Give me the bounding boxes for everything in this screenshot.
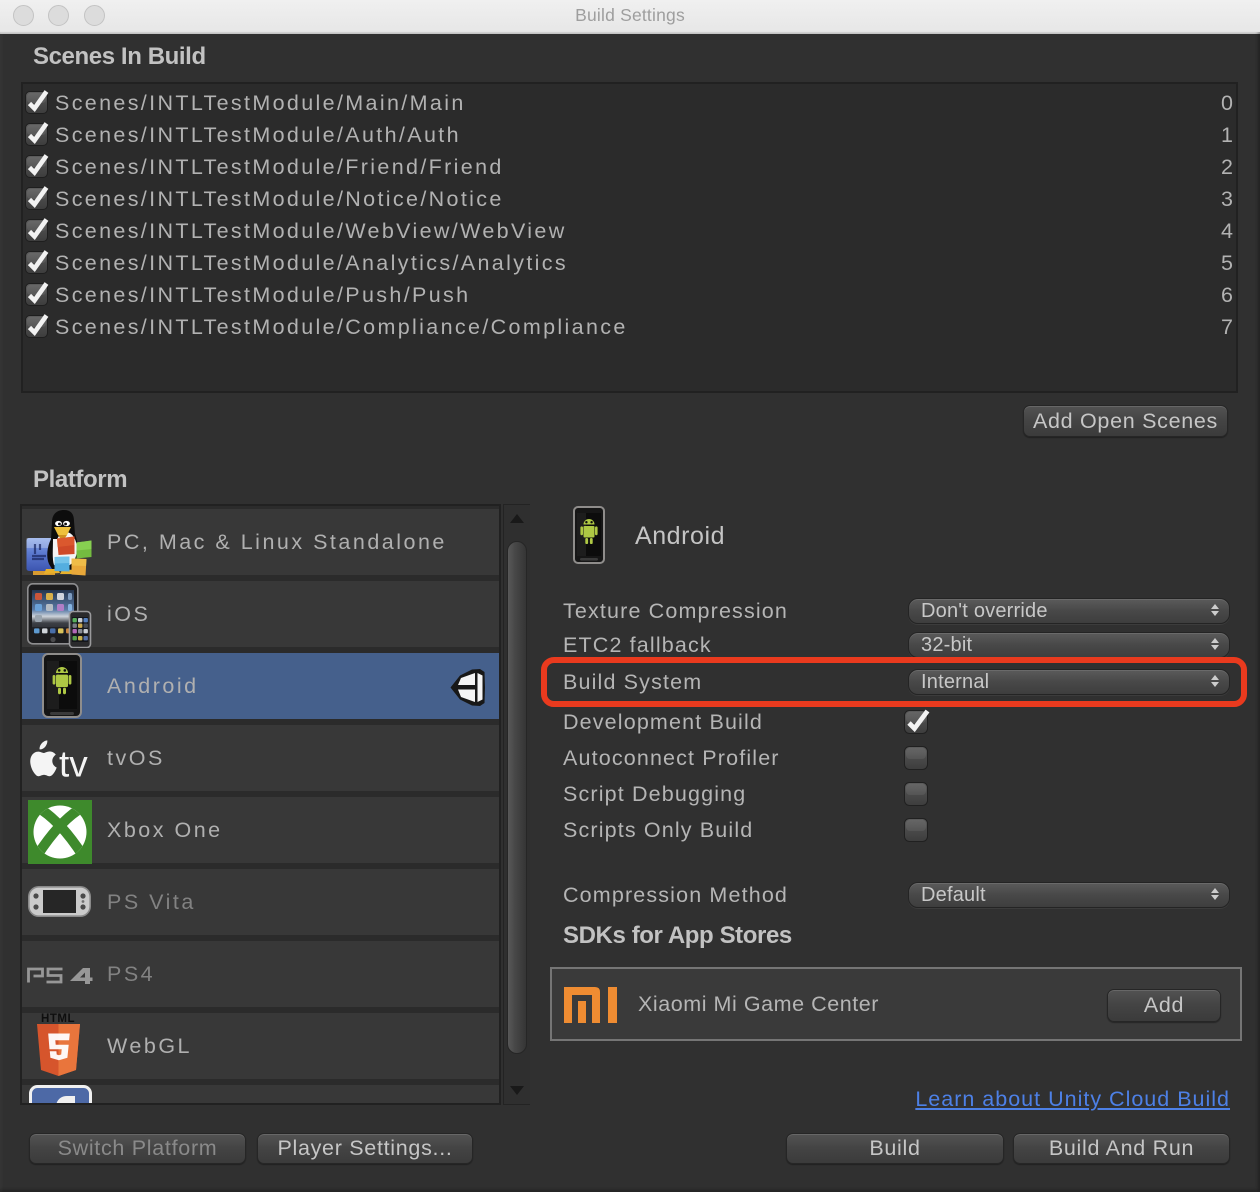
- svg-text:tv: tv: [59, 744, 88, 781]
- svg-text:HTML: HTML: [41, 1013, 75, 1025]
